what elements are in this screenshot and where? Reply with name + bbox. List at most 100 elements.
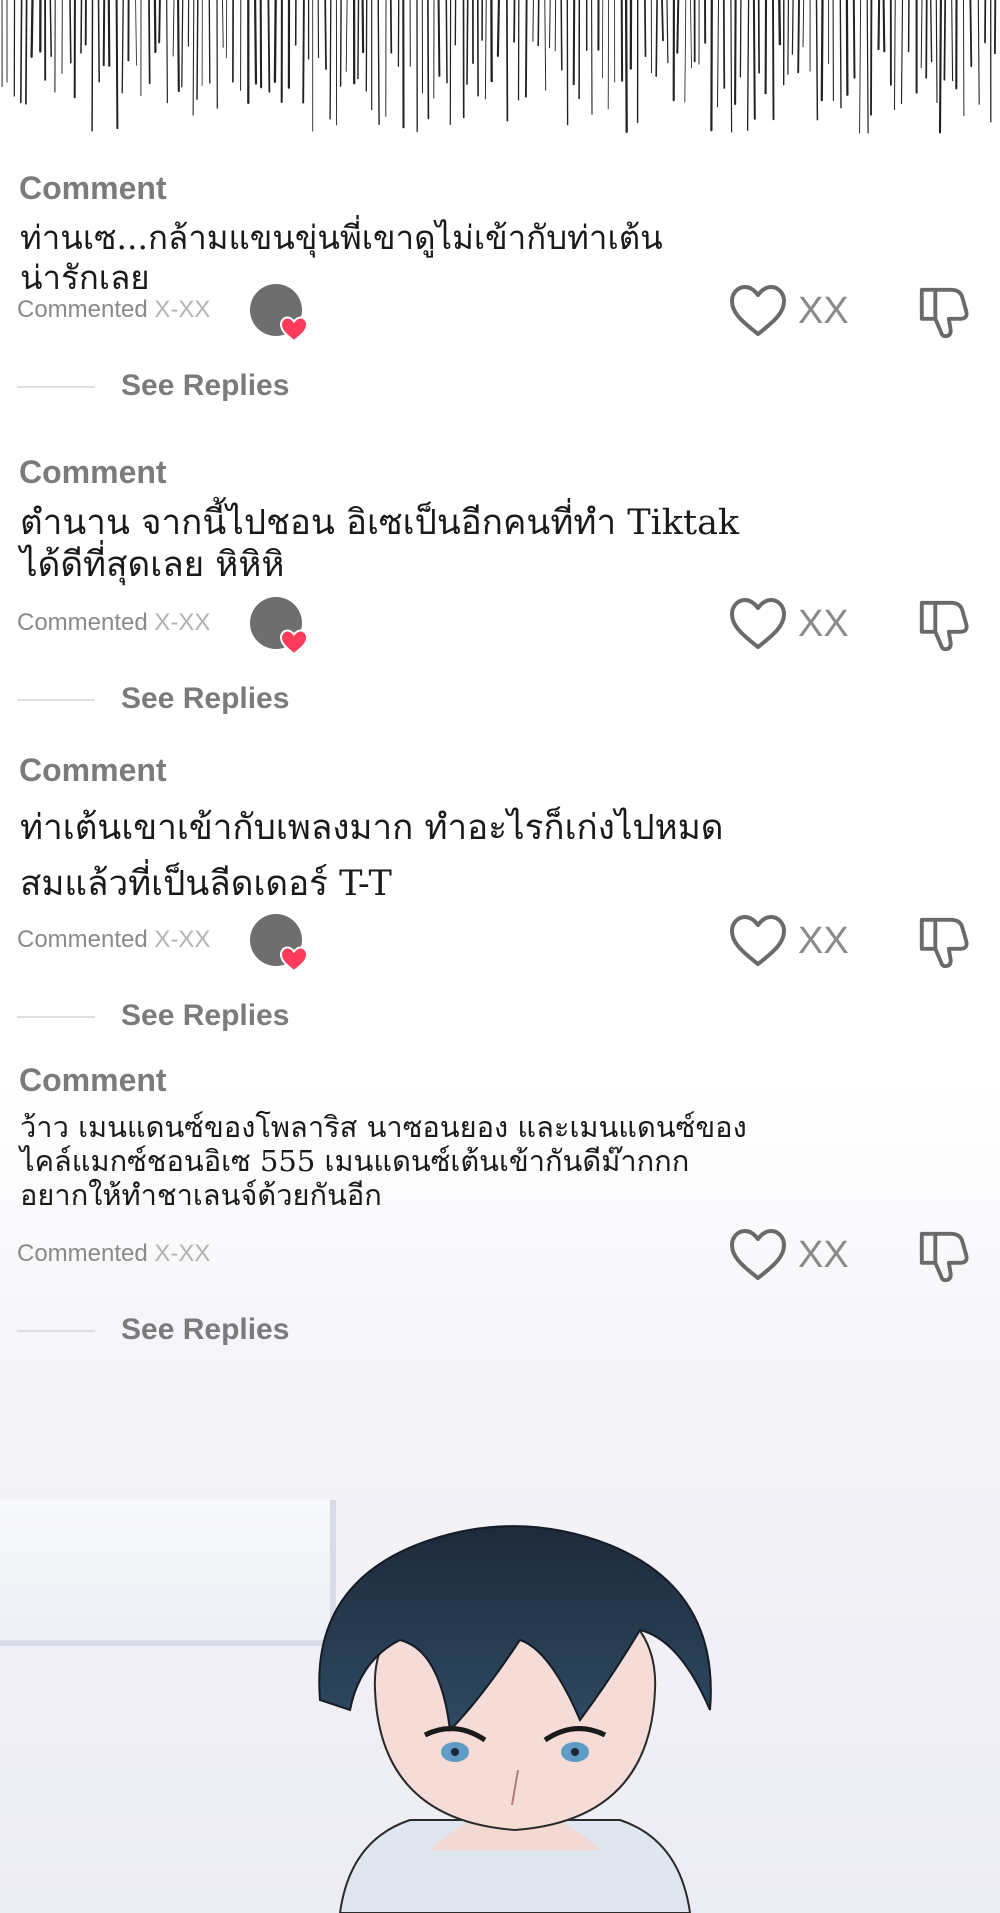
comment-label: Comment [19, 170, 167, 206]
hatch-line [427, 0, 430, 120]
hatch-line [839, 0, 842, 109]
hatch-line [273, 0, 277, 83]
comment-meta: Commented X-XX [17, 1240, 210, 1268]
hatch-line [49, 0, 52, 57]
hatch-line [445, 0, 448, 84]
hatch-line [437, 0, 441, 77]
comment-card: Comment ตำนาน จากนี้ไปชอน อิเซเป็นอีกคนท… [0, 454, 1000, 739]
heart-badge-icon [280, 946, 308, 972]
hatch-line [572, 0, 576, 86]
hatch-line [676, 0, 680, 54]
hatch-line [791, 0, 794, 55]
hatch-line [496, 0, 500, 57]
avatar-icon[interactable] [250, 914, 308, 972]
hatch-line [882, 0, 886, 53]
hatch-line [302, 0, 305, 104]
hatch-line [877, 0, 881, 51]
hatch-line [739, 0, 742, 78]
comment-meta: Commented X-XX [17, 926, 210, 954]
hatch-line [158, 0, 161, 44]
hatch-line [121, 0, 124, 94]
hatch-line [935, 0, 938, 104]
comment-date: X-XX [154, 1240, 211, 1267]
hatch-line [661, 0, 664, 42]
hatch-line [97, 0, 100, 83]
hatch-line [389, 0, 393, 54]
hatch-line [544, 0, 547, 91]
hatch-line [166, 0, 168, 104]
hatch-line [752, 0, 756, 120]
comment-meta-prefix: Commented [17, 609, 155, 636]
hatch-line [524, 0, 528, 98]
see-replies-link[interactable]: See Replies [121, 999, 289, 1033]
hatch-line [329, 0, 332, 120]
avatar-icon[interactable] [250, 597, 308, 655]
hatch-line [148, 0, 151, 85]
comment-label: Comment [19, 752, 167, 788]
hatch-line [644, 0, 647, 58]
hatch-line [859, 0, 862, 134]
hatch-line [943, 0, 947, 81]
comment-meta-prefix: Commented [17, 296, 155, 323]
hatch-line [172, 0, 175, 57]
hatch-line [324, 0, 327, 70]
hatch-line [852, 0, 856, 79]
like-count: XX [798, 603, 849, 645]
hatch-line [177, 0, 180, 93]
hatch-line [196, 0, 199, 101]
hatch-line [102, 0, 106, 67]
hatch-line [900, 0, 904, 105]
comment-date: X-XX [154, 926, 211, 953]
hatch-line [969, 0, 973, 68]
hatch-line [192, 0, 195, 116]
like-count: XX [798, 920, 849, 962]
hatch-line [977, 0, 980, 105]
hatch-line [772, 0, 775, 121]
comment-label: Comment [19, 454, 167, 490]
hatch-line [893, 0, 896, 111]
hatch-line [222, 0, 224, 48]
comment-card: Comment ท่าเต้นเขาเข้ากับเพลงมาก ทำอะไรก… [0, 752, 1000, 1056]
comment-text: ตำนาน จากนี้ไปชอน อิเซเป็นอีกคนที่ทำ Tik… [20, 503, 740, 585]
see-replies-link[interactable]: See Replies [121, 682, 289, 716]
heart-badge-icon [280, 316, 308, 342]
hatch-line [666, 0, 669, 64]
hatch-line [820, 0, 824, 102]
hatch-line [746, 0, 750, 131]
hatch-line [560, 0, 563, 71]
avatar-icon[interactable] [250, 284, 308, 342]
hatch-line [845, 0, 849, 96]
hatch-line [716, 0, 720, 108]
see-replies-link[interactable]: See Replies [121, 369, 289, 403]
hatch-line [253, 0, 258, 85]
hatch-line [734, 0, 737, 106]
hatch-line [925, 0, 928, 79]
comment-meta-prefix: Commented [17, 1240, 155, 1267]
replies-divider [17, 699, 95, 701]
hatch-line [345, 0, 348, 72]
thumbs-down-icon[interactable] [915, 597, 973, 653]
heart-outline-icon [730, 1229, 786, 1280]
hatch-line [537, 0, 540, 47]
hatch-line [730, 0, 733, 133]
hatch-line [624, 0, 628, 133]
like-count: XX [798, 1234, 849, 1276]
comment-meta: Commented X-XX [17, 609, 210, 637]
comment-date: X-XX [154, 296, 211, 323]
heart-outline-icon [730, 285, 786, 336]
hatch-line [80, 0, 83, 54]
thumbs-down-icon[interactable] [915, 914, 973, 970]
hatch-line [19, 0, 23, 104]
see-replies-link[interactable]: See Replies [121, 1313, 289, 1347]
hatch-line [655, 0, 658, 77]
hatch-line [181, 0, 184, 88]
hatch-line [357, 0, 360, 80]
thumbs-down-icon[interactable] [915, 284, 973, 340]
comment-date: X-XX [154, 609, 211, 636]
hatch-line [361, 0, 365, 54]
hatch-line [951, 0, 954, 82]
hatch-line [25, 0, 28, 105]
comment-meta: Commented X-XX [17, 296, 210, 324]
thumbs-down-icon[interactable] [915, 1228, 973, 1284]
character-illustration [318, 1525, 712, 1913]
